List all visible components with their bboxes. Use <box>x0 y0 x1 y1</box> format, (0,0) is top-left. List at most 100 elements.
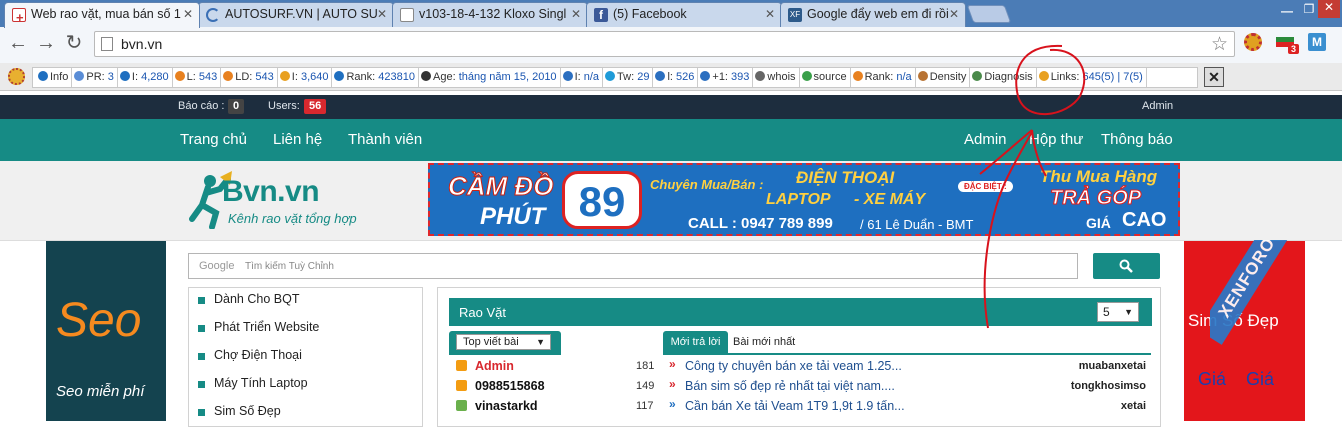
nav-members[interactable]: Thành viên <box>348 131 422 148</box>
users-count-badge[interactable]: 56 <box>304 99 327 114</box>
nav-contact[interactable]: Liên hệ <box>273 131 322 148</box>
seo-metric-icon <box>755 71 766 81</box>
site-logo-text[interactable]: Bvn.vn <box>222 175 320 209</box>
seo-value: 543 <box>195 71 218 83</box>
new-tab-button[interactable] <box>966 5 1012 23</box>
poster-count: 149 <box>636 380 655 392</box>
nav-admin[interactable]: Admin <box>964 131 1007 148</box>
tab-strip: + Web rao vặt, mua bán số 1 ✕ AUTOSURF.V… <box>0 0 1342 28</box>
search-button[interactable] <box>1093 253 1160 279</box>
tab-google[interactable]: XF Google đẩy web em đi rồi ✕ <box>780 2 966 27</box>
reload-icon[interactable]: ↻ <box>62 33 86 53</box>
thread-user[interactable]: xetai <box>1040 400 1146 412</box>
seo-item[interactable]: Links: 645(5) | 7(5) <box>1037 68 1147 87</box>
tab-kloxo[interactable]: v103-18-4-132 Kloxo Singl ✕ <box>392 2 588 27</box>
main-nav: Trang chủ Liên hệ Thành viên Admin Hộp t… <box>0 119 1342 161</box>
extension-m-icon[interactable]: M <box>1308 33 1326 51</box>
category-link[interactable]: Sim Số Đẹp <box>214 404 281 418</box>
seo-item[interactable]: Rank: n/a <box>851 68 916 87</box>
right-ad-text: Giá <box>1198 369 1227 389</box>
thread-title[interactable]: Bán sim số đẹp rẻ nhất tại việt nam.... <box>685 377 895 395</box>
seoquake-bar: Info PR: 3 I: 4,280 L: 543 LD: 543 I: 3,640 Ra… <box>0 63 1342 91</box>
thread-user[interactable]: muabanxetai <box>1040 360 1146 372</box>
back-icon[interactable]: ← <box>6 33 30 53</box>
count-select[interactable]: 5 ▼ <box>1097 302 1139 322</box>
search-input[interactable]: Google Tìm kiếm Tuỳ Chỉnh <box>188 253 1078 279</box>
thread-title[interactable]: Cần bán Xe tải Veam 1T9 1,9t 1.9 tấn... <box>685 397 905 415</box>
seo-item[interactable]: Info <box>36 68 73 87</box>
seo-label: PR: <box>86 71 105 83</box>
nav-home[interactable]: Trang chủ <box>180 131 247 148</box>
banner-text: CẦM ĐỒ <box>447 171 554 202</box>
maximize-icon[interactable]: ❐ <box>1298 2 1320 16</box>
seo-item[interactable]: source <box>800 68 851 87</box>
seoquake-gear-icon[interactable] <box>8 68 25 85</box>
category-link[interactable]: Máy Tính Laptop <box>214 376 308 390</box>
site-top-bar: Báo cáo : 0 Users: 56 Admin <box>0 95 1342 119</box>
left-ad[interactable]: Seo Seo miễn phí <box>46 241 166 421</box>
seo-item[interactable]: I: 3,640 <box>278 68 333 87</box>
seo-item[interactable]: LD: 543 <box>221 68 278 87</box>
tab-new-replies[interactable]: Mới trả lời <box>663 331 728 353</box>
seo-metric-icon <box>852 71 863 81</box>
seo-item[interactable]: l: 526 <box>653 68 699 87</box>
right-ad[interactable]: Sim Số Đẹp Giá Giá <box>1184 241 1305 421</box>
report-count-badge[interactable]: 0 <box>228 99 245 114</box>
seo-item[interactable]: +1: 393 <box>698 68 754 87</box>
category-link[interactable]: Dành Cho BQT <box>214 292 299 306</box>
window-close-icon[interactable]: ✕ <box>1318 0 1340 18</box>
tab-facebook[interactable]: f (5) Facebook ✕ <box>586 2 782 27</box>
seo-item[interactable]: Density <box>916 68 971 87</box>
minimize-icon[interactable]: — <box>1276 4 1298 18</box>
seo-item[interactable]: Rank: 423810 <box>332 68 419 87</box>
seo-item[interactable]: I: n/a <box>561 68 604 87</box>
thread-title[interactable]: Công ty chuyên bán xe tải veam 1.25... <box>685 357 902 375</box>
seo-item[interactable]: L: 543 <box>173 68 222 87</box>
divider <box>663 353 1151 355</box>
poster-name[interactable]: 0988515868 <box>475 377 545 395</box>
top-posters-tab[interactable]: Top viết bài ▼ <box>449 331 561 353</box>
right-ad-title: Sim Số Đẹp <box>1188 311 1279 330</box>
forward-icon[interactable]: → <box>34 33 58 53</box>
seobar-close-icon[interactable]: ✕ <box>1204 67 1224 87</box>
seo-value: 393 <box>728 71 750 83</box>
top-posters-select[interactable]: Top viết bài ▼ <box>456 334 551 350</box>
chevron-down-icon: ▼ <box>536 337 545 347</box>
banner-text: GIÁ <box>1086 215 1111 231</box>
logo-name: Bvn.vn <box>222 175 320 208</box>
tab-latest-posts[interactable]: Bài mới nhất <box>733 331 795 353</box>
close-icon[interactable]: ✕ <box>949 3 959 26</box>
poster-name[interactable]: vinastarkd <box>475 397 538 415</box>
seo-value: 645(5) | 7(5) <box>1079 71 1143 83</box>
seo-value: 29 <box>634 71 650 83</box>
category-link[interactable]: Chợ Điện Thoại <box>214 348 302 362</box>
thread-user[interactable]: tongkhosimso <box>1040 380 1146 392</box>
address-bar[interactable]: bvn.vn ☆ <box>94 31 1235 57</box>
admin-link[interactable]: Admin <box>1142 100 1173 112</box>
poster-name[interactable]: Admin <box>475 357 514 375</box>
extension-gear-icon[interactable] <box>1244 33 1262 51</box>
seo-item[interactable]: whois <box>753 68 800 87</box>
category-bullet-icon <box>198 297 205 304</box>
close-icon[interactable]: ✕ <box>571 3 581 26</box>
seo-item[interactable]: Age: tháng năm 15, 2010 <box>419 68 561 87</box>
seo-item[interactable]: Diagnosis <box>970 68 1037 87</box>
close-icon[interactable]: ✕ <box>377 3 387 26</box>
seo-value: 526 <box>672 71 695 83</box>
seo-item[interactable]: Tw: 29 <box>603 68 654 87</box>
nav-inbox[interactable]: Hộp thư <box>1029 131 1083 148</box>
banner-ad[interactable]: CẦM ĐỒ PHÚT 89 Chuyên Mua/Bán : ĐIỆN THO… <box>428 163 1180 236</box>
seo-item[interactable]: I: 4,280 <box>118 68 173 87</box>
bookmark-star-icon[interactable]: ☆ <box>1211 33 1228 56</box>
poster-count: 117 <box>636 400 654 412</box>
category-link[interactable]: Phát Triển Website <box>214 320 319 334</box>
close-icon[interactable]: ✕ <box>183 3 193 26</box>
banner-logo: 89 <box>562 171 642 229</box>
seo-item[interactable]: PR: 3 <box>72 68 118 87</box>
close-icon[interactable]: ✕ <box>765 3 775 26</box>
nav-notices[interactable]: Thông báo <box>1101 131 1173 148</box>
tab-autosurf[interactable]: AUTOSURF.VN | AUTO SU ✕ <box>198 2 394 27</box>
tab-bvn[interactable]: + Web rao vặt, mua bán số 1 ✕ <box>4 2 200 28</box>
seo-value: 4,280 <box>138 71 169 83</box>
search-placeholder: Tìm kiếm Tuỳ Chỉnh <box>245 261 334 272</box>
